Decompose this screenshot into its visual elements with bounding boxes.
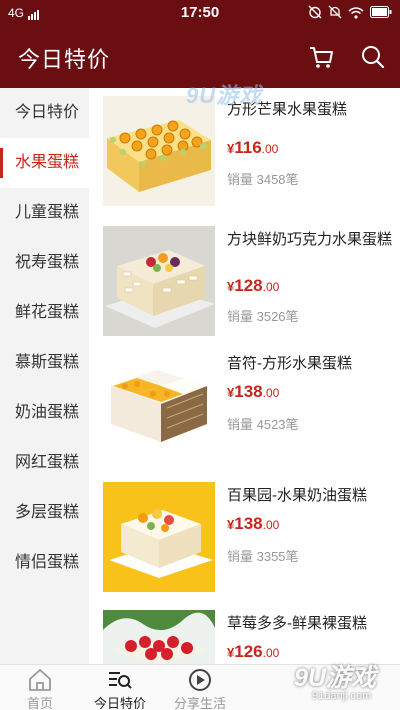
sidebar-item-kids-cake[interactable]: 儿童蛋糕	[0, 188, 89, 238]
price-decimal: .00	[262, 518, 280, 532]
product-price: ¥128.00	[227, 276, 279, 296]
tab-label: 分享生活	[173, 696, 226, 710]
mute-icon	[328, 5, 342, 19]
page-title: 今日特价	[18, 47, 111, 72]
product-name: 音符-方形水果蛋糕	[227, 355, 352, 372]
price-integer: 128	[234, 276, 263, 295]
watermark-logo-top: 9U游戏	[186, 83, 263, 108]
cart-icon	[310, 47, 333, 68]
product-card[interactable]: 方块鲜奶巧克力水果蛋糕 ¥128.00 销量 3526笔	[103, 226, 393, 336]
product-price: ¥138.00	[227, 514, 279, 534]
price-decimal: .00	[262, 280, 280, 294]
category-sidebar: 今日特价 水果蛋糕 儿童蛋糕 祝寿蛋糕 鲜花蛋糕 慕斯蛋糕 奶油蛋糕 网红蛋糕 …	[0, 88, 89, 664]
product-image	[103, 350, 215, 460]
product-list: 方形芒果水果蛋糕 ¥116.00 销量 3458笔 方块鲜奶巧克力水果蛋糕 ¥1…	[89, 88, 400, 664]
sidebar-item-flower-cake[interactable]: 鲜花蛋糕	[0, 288, 89, 338]
product-card[interactable]: 方形芒果水果蛋糕 ¥116.00 销量 3458笔	[103, 96, 393, 206]
watermark-text: 9U游戏	[294, 664, 376, 692]
price-decimal: .00	[261, 142, 279, 156]
sidebar-item-birthday-cake[interactable]: 祝寿蛋糕	[0, 238, 89, 288]
tab-today-special[interactable]: 今日特价	[80, 665, 160, 710]
product-image	[103, 482, 215, 592]
sidebar-item-cream-cake[interactable]: 奶油蛋糕	[0, 388, 89, 438]
product-price: ¥116.00	[227, 138, 278, 158]
product-price: ¥138.00	[227, 382, 279, 402]
tab-home[interactable]: 首页	[0, 665, 80, 710]
product-price: ¥126.00	[227, 642, 279, 662]
alarm-off-icon	[308, 5, 322, 19]
status-right	[308, 5, 392, 19]
sidebar-item-trending-cake[interactable]: 网红蛋糕	[0, 438, 89, 488]
price-integer: 138	[234, 382, 263, 401]
product-image	[103, 226, 215, 336]
price-integer: 126	[234, 642, 263, 661]
wifi-icon	[348, 6, 364, 19]
product-card[interactable]: 百果园-水果奶油蛋糕 ¥138.00 销量 3355笔	[103, 482, 393, 592]
product-name: 百果园-水果奶油蛋糕	[227, 487, 367, 504]
product-name: 草莓多多-鲜果裸蛋糕	[227, 615, 367, 632]
home-icon	[29, 669, 51, 691]
search-list-icon	[109, 672, 132, 689]
sidebar-item-tiered-cake[interactable]: 多层蛋糕	[0, 488, 89, 538]
status-bar: 4G 17:50	[0, 0, 400, 26]
search-icon	[362, 46, 385, 69]
tab-label: 今日特价	[93, 696, 146, 710]
battery-icon	[370, 6, 392, 18]
watermark-url: 91danji.com	[312, 690, 372, 702]
price-integer: 116	[234, 138, 262, 157]
search-button[interactable]	[358, 42, 388, 72]
sidebar-item-today-special[interactable]: 今日特价	[0, 88, 89, 138]
product-sales: 销量 3458笔	[227, 172, 299, 187]
product-card[interactable]: 音符-方形水果蛋糕 ¥138.00 销量 4523笔	[103, 350, 393, 460]
product-image	[103, 610, 215, 664]
product-sales: 销量 4523笔	[227, 417, 299, 432]
price-decimal: .00	[262, 386, 280, 400]
tab-label: 首页	[26, 696, 53, 710]
sidebar-item-fruit-cake[interactable]: 水果蛋糕	[0, 138, 89, 188]
product-sales: 销量 3526笔	[227, 309, 299, 324]
sidebar-item-mousse-cake[interactable]: 慕斯蛋糕	[0, 338, 89, 388]
price-integer: 138	[234, 514, 263, 533]
product-name: 方块鲜奶巧克力水果蛋糕	[227, 231, 393, 248]
product-sales: 销量 3355笔	[227, 549, 299, 564]
product-image	[103, 96, 215, 206]
cart-button[interactable]	[306, 42, 336, 72]
price-decimal: .00	[262, 646, 280, 660]
sidebar-item-couple-cake[interactable]: 情侣蛋糕	[0, 538, 89, 588]
play-icon	[189, 669, 211, 691]
watermark-logo: 9U游戏 91danji.com	[290, 652, 400, 710]
tab-share-life[interactable]: 分享生活	[160, 665, 240, 710]
